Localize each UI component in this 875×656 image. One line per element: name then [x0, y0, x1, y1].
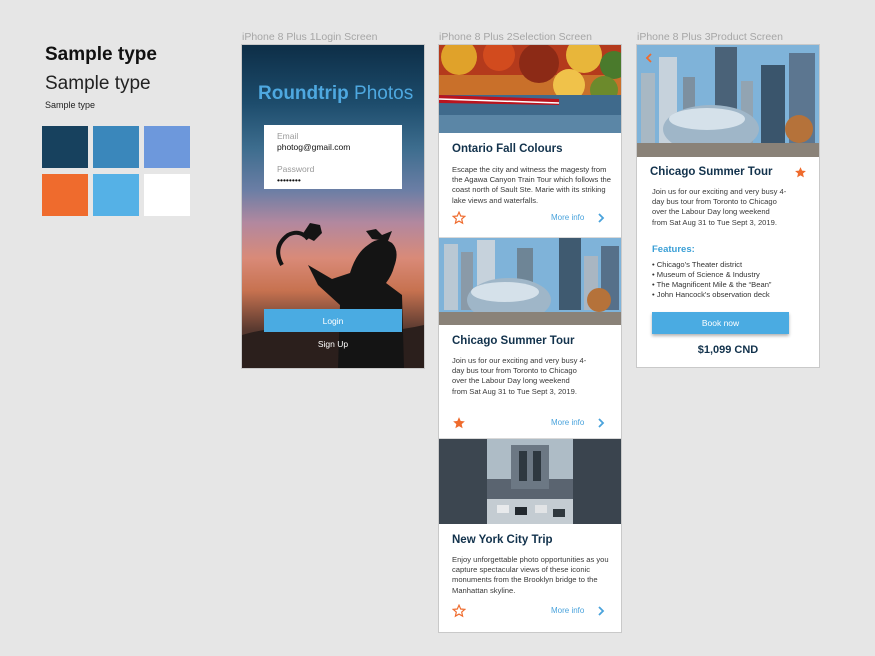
color-swatch-sky	[93, 174, 139, 216]
email-label: Email	[277, 131, 299, 141]
chicago-bean-hero-image	[637, 45, 819, 157]
card-title: Chicago Summer Tour	[452, 335, 575, 347]
email-field[interactable]: photog@gmail.com	[277, 142, 350, 152]
color-swatch-blue	[93, 126, 139, 168]
book-now-button[interactable]: Book now	[652, 312, 789, 334]
password-field[interactable]: ••••••••	[277, 175, 301, 185]
ontario-fall-image	[439, 45, 621, 133]
login-screen: Roundtrip Photos Email photog@gmail.com …	[241, 44, 425, 369]
product-description: Join us for our exciting and very busy 4…	[652, 187, 787, 227]
feature-item: • The Magnificent Mile & the “Bean”	[652, 280, 772, 289]
back-arrow-icon[interactable]	[645, 53, 653, 63]
password-label: Password	[277, 164, 315, 174]
card-title: New York City Trip	[452, 534, 553, 546]
star-outline-icon[interactable]	[452, 211, 466, 225]
sample-type-small: Sample type	[45, 100, 96, 110]
login-button[interactable]: Login	[264, 309, 402, 332]
brand-logo: Roundtrip Photos	[258, 83, 413, 105]
selection-screen: Ontario Fall Colours Escape the city and…	[438, 44, 622, 633]
new-york-image	[439, 439, 621, 524]
card-description: Join us for our exciting and very busy 4…	[452, 356, 587, 396]
star-filled-icon[interactable]	[794, 166, 807, 179]
sample-type-bold: Sample type	[45, 44, 157, 65]
frame-label-selection: iPhone 8 Plus 2Selection Screen	[439, 31, 592, 43]
tour-card[interactable]: Ontario Fall Colours Escape the city and…	[439, 45, 621, 237]
card-description: Enjoy unforgettable photo opportunities …	[452, 555, 609, 595]
card-title: Ontario Fall Colours	[452, 143, 563, 155]
chevron-right-icon[interactable]	[597, 213, 605, 223]
feature-item: • John Hancock's observation deck	[652, 290, 770, 299]
product-title: Chicago Summer Tour	[650, 166, 773, 178]
card-description: Escape the city and witness the magesty …	[452, 165, 611, 205]
signup-link[interactable]: Sign Up	[242, 339, 424, 349]
star-filled-icon[interactable]	[452, 416, 466, 430]
color-swatch-white	[144, 174, 190, 216]
frame-label-product: iPhone 8 Plus 3Product Screen	[637, 31, 783, 43]
more-info-link[interactable]: More info	[551, 606, 584, 615]
sample-type-regular: Sample type	[45, 73, 151, 94]
star-outline-icon[interactable]	[452, 604, 466, 618]
feature-item: • Chicago's Theater district	[652, 260, 743, 269]
more-info-link[interactable]: More info	[551, 418, 584, 427]
tour-card[interactable]: New York City Trip Enjoy unforgettable p…	[439, 439, 621, 632]
chevron-right-icon[interactable]	[597, 418, 605, 428]
features-heading: Features:	[652, 244, 695, 255]
feature-item: • Museum of Science & Industry	[652, 270, 760, 279]
more-info-link[interactable]: More info	[551, 213, 584, 222]
login-form: Email photog@gmail.com Password ••••••••	[264, 125, 402, 189]
brand-light: Photos	[348, 83, 414, 104]
chicago-bean-image	[439, 238, 621, 325]
color-swatch-periwinkle	[144, 126, 190, 168]
chevron-right-icon[interactable]	[597, 606, 605, 616]
color-swatch-orange	[42, 174, 88, 216]
product-screen: Chicago Summer Tour Join us for our exci…	[636, 44, 820, 368]
tour-card[interactable]: Chicago Summer Tour Join us for our exci…	[439, 238, 621, 438]
brand-bold: Roundtrip	[258, 83, 349, 104]
price-label: $1,099 CND	[697, 344, 759, 356]
color-swatch-navy	[42, 126, 88, 168]
frame-label-login: iPhone 8 Plus 1Login Screen	[242, 31, 378, 43]
